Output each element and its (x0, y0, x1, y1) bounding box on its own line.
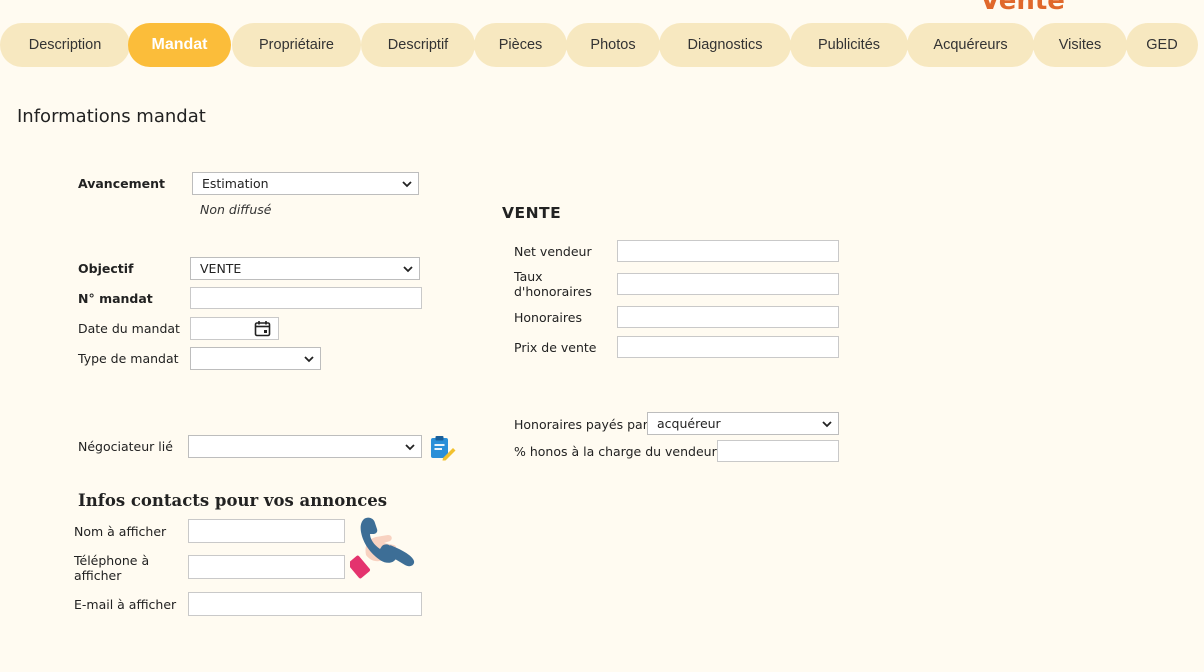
type-mandat-label: Type de mandat (78, 351, 179, 366)
page-header-fragment: Vente (980, 0, 1065, 16)
tab-descriptif[interactable]: Descriptif (361, 23, 475, 67)
tab-visites[interactable]: Visites (1033, 23, 1127, 67)
taux-honoraires-input[interactable] (617, 273, 839, 295)
honos-vendeur-input[interactable] (717, 440, 839, 462)
calendar-icon[interactable] (254, 320, 271, 337)
avancement-label: Avancement (78, 176, 165, 191)
honoraires-payes-select[interactable]: acquéreur (647, 412, 839, 435)
net-vendeur-input[interactable] (617, 240, 839, 262)
honoraires-label: Honoraires (514, 310, 582, 325)
contacts-heading: Infos contacts pour vos annonces (78, 491, 388, 510)
section-title: Informations mandat (17, 106, 206, 127)
chevron-down-icon (405, 444, 415, 451)
objectif-label: Objectif (78, 261, 134, 276)
chevron-down-icon (403, 266, 413, 273)
objectif-select[interactable]: VENTE (190, 257, 420, 280)
honos-vendeur-label: % honos à la charge du vendeur (514, 444, 717, 459)
email-afficher-label: E-mail à afficher (74, 597, 177, 612)
avancement-select[interactable]: Estimation (192, 172, 419, 195)
nom-afficher-label: Nom à afficher (74, 524, 167, 539)
chevron-down-icon (822, 421, 832, 428)
honoraires-input[interactable] (617, 306, 839, 328)
honoraires-payes-value: acquéreur (657, 416, 721, 431)
tab-proprietaire[interactable]: Propriétaire (232, 23, 361, 67)
honoraires-payes-label: Honoraires payés par (514, 417, 648, 432)
prix-vente-input[interactable] (617, 336, 839, 358)
tab-acquereurs[interactable]: Acquéreurs (907, 23, 1034, 67)
tab-photos[interactable]: Photos (566, 23, 660, 67)
email-afficher-input[interactable] (188, 592, 422, 616)
tab-mandat[interactable]: Mandat (128, 23, 231, 67)
tab-ged[interactable]: GED (1126, 23, 1198, 67)
clipboard-edit-icon[interactable] (430, 435, 456, 461)
type-mandat-select[interactable] (190, 347, 321, 370)
objectif-value: VENTE (200, 261, 242, 276)
tab-bar: Description Mandat Propriétaire Descript… (0, 23, 1204, 68)
tab-publicites[interactable]: Publicités (790, 23, 908, 67)
numero-mandat-label: N° mandat (78, 291, 153, 306)
avancement-status-note: Non diffusé (200, 202, 272, 217)
numero-mandat-input[interactable] (190, 287, 422, 309)
prix-vente-label: Prix de vente (514, 340, 597, 355)
tab-diagnostics[interactable]: Diagnostics (659, 23, 791, 67)
tab-pieces[interactable]: Pièces (474, 23, 567, 67)
net-vendeur-label: Net vendeur (514, 244, 592, 259)
telephone-afficher-input[interactable] (188, 555, 345, 579)
vente-heading: VENTE (502, 204, 562, 222)
date-mandat-label: Date du mandat (78, 321, 180, 336)
telephone-afficher-label: Téléphone à afficher (74, 553, 150, 583)
chevron-down-icon (304, 356, 314, 363)
tab-description[interactable]: Description (0, 23, 130, 67)
phone-hand-icon (350, 517, 415, 579)
date-mandat-input[interactable] (190, 317, 279, 340)
taux-honoraires-label: Taux d'honoraires (514, 269, 592, 299)
negociateur-select[interactable] (188, 435, 422, 458)
nom-afficher-input[interactable] (188, 519, 345, 543)
negociateur-label: Négociateur lié (78, 439, 173, 454)
chevron-down-icon (402, 181, 412, 188)
avancement-value: Estimation (202, 176, 269, 191)
